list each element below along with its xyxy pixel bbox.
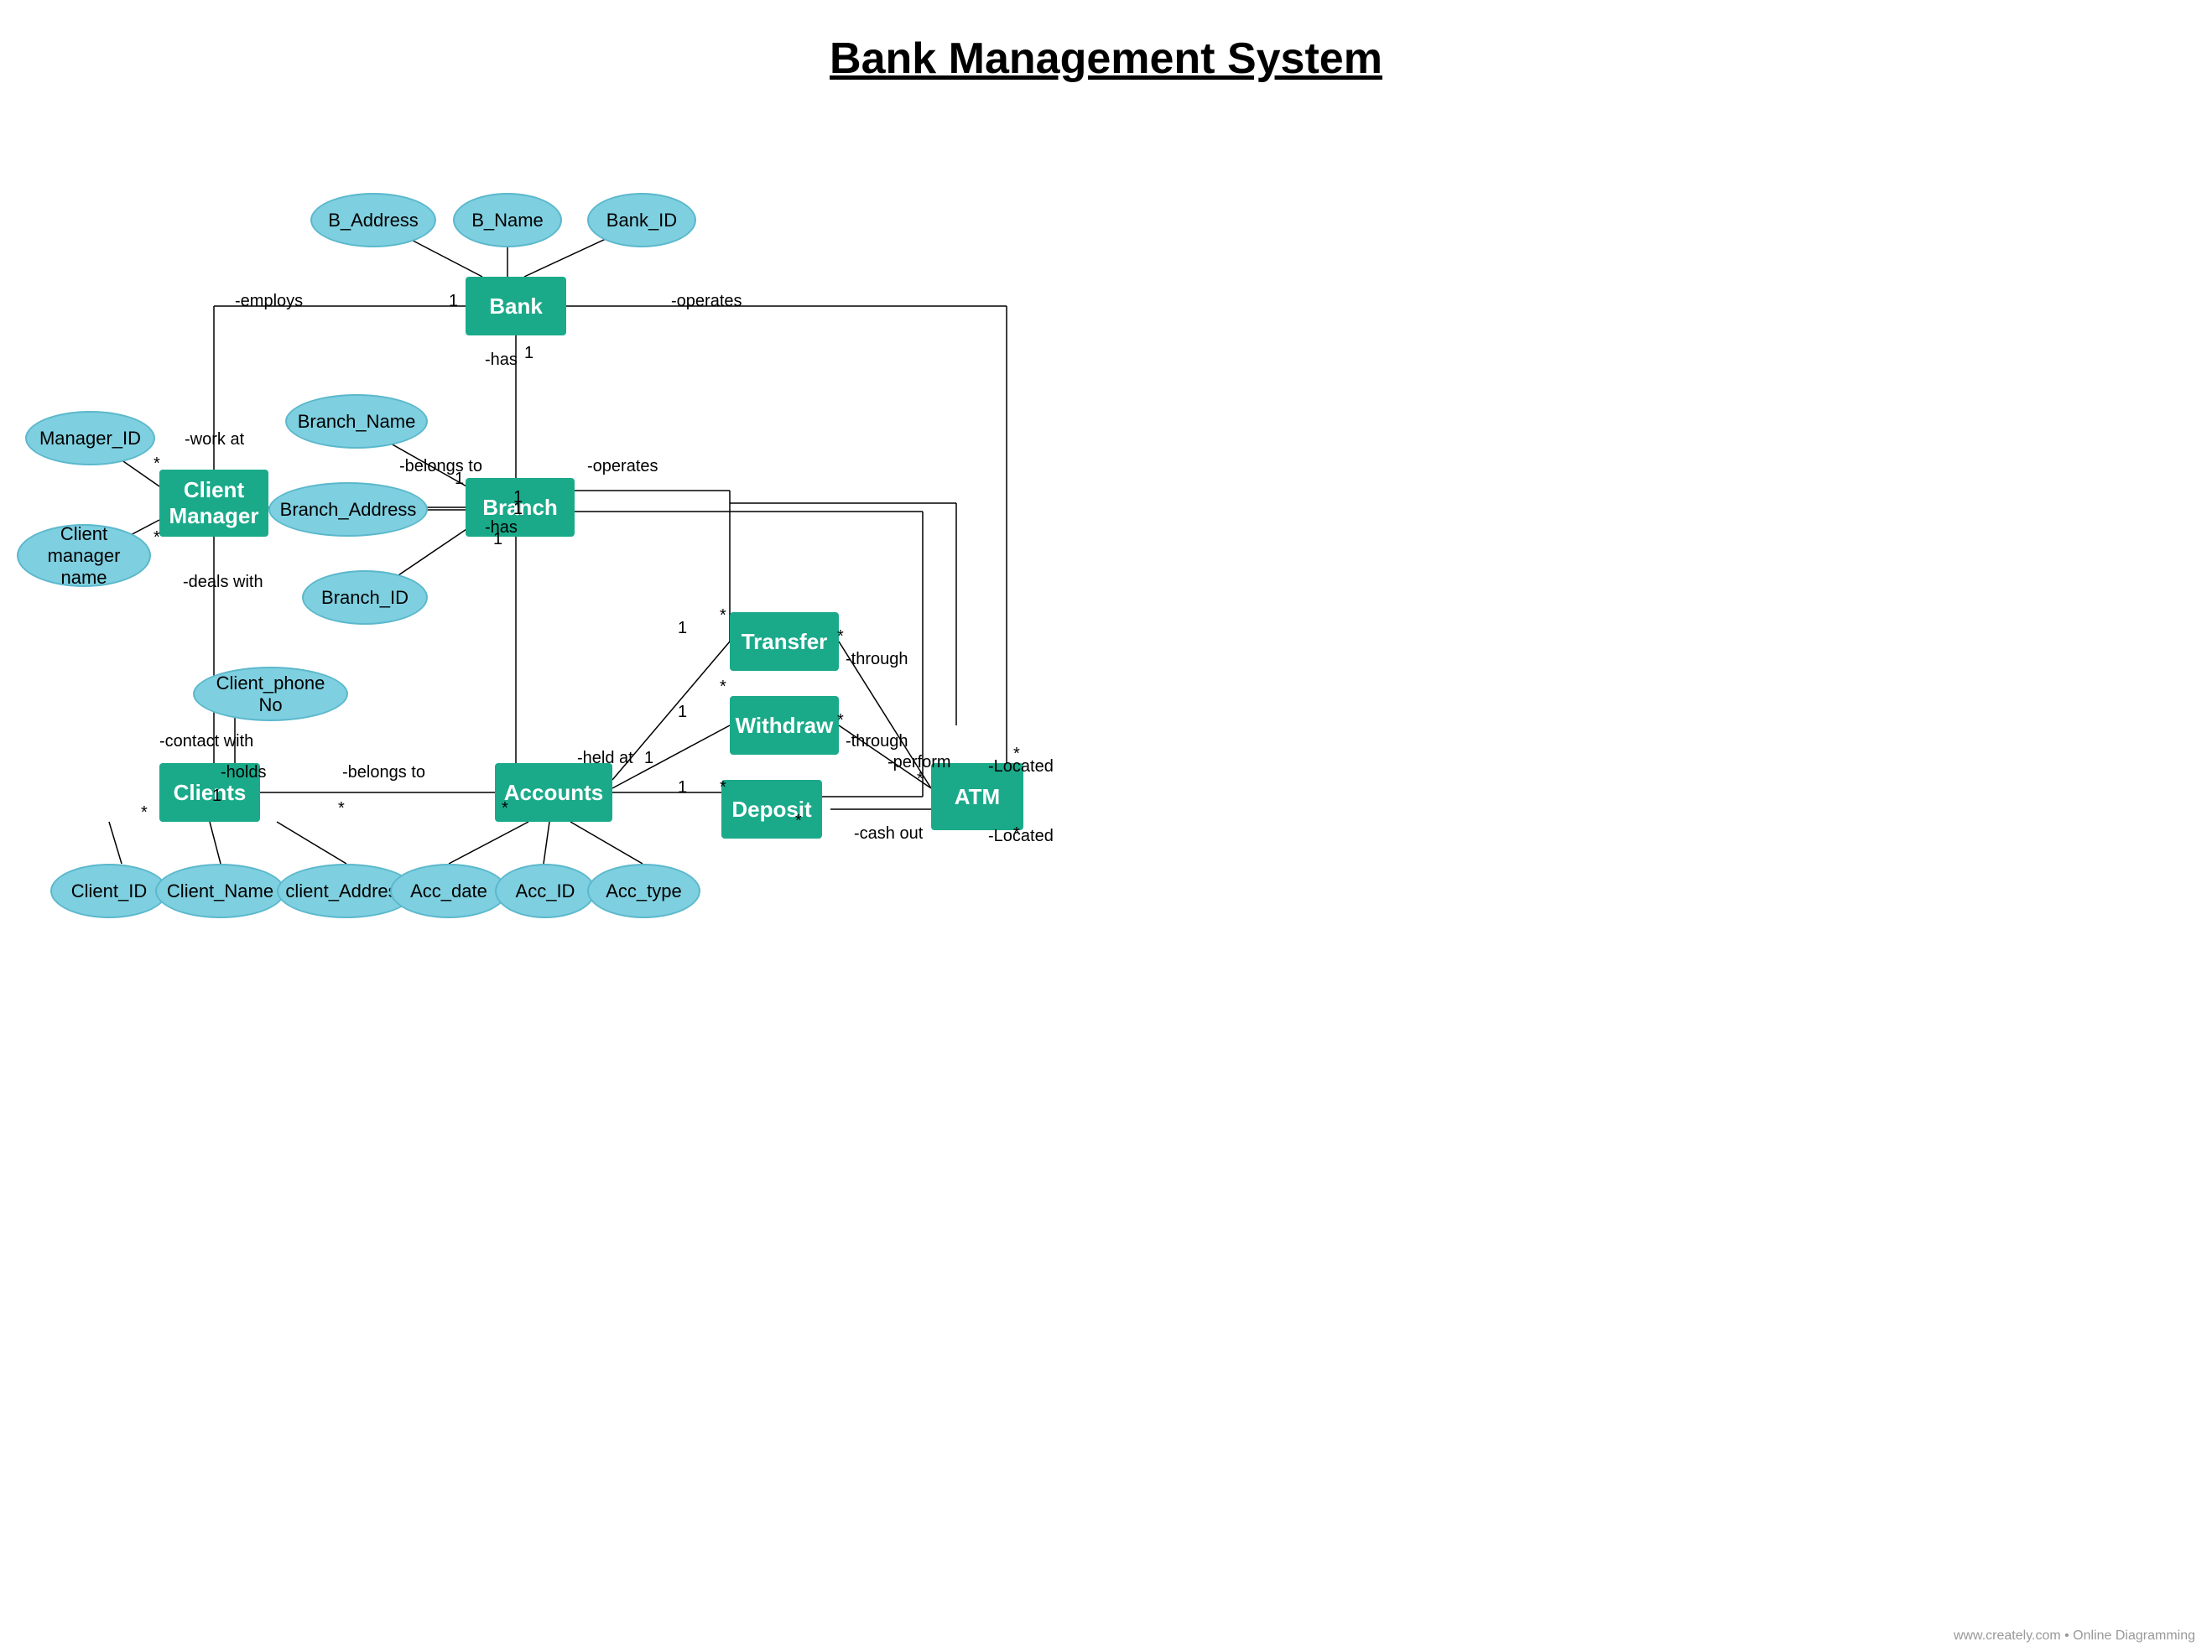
label-1-employs: 1 xyxy=(449,292,458,311)
entity-client-manager: ClientManager xyxy=(159,470,268,537)
attr-client-id: Client_ID xyxy=(50,864,168,918)
label-has-bank: -has xyxy=(485,351,518,370)
entity-bank: Bank xyxy=(466,277,566,335)
entity-withdraw: Withdraw xyxy=(730,696,839,755)
attr-client-phone-no: Client_phone No xyxy=(193,667,348,721)
label-work-at: -work at xyxy=(185,430,244,449)
label-star-withdraw-left: * xyxy=(720,678,726,697)
label-star-withdraw-right: * xyxy=(837,711,844,730)
label-star-acc-right: * xyxy=(502,799,508,818)
label-1-deposit: 1 xyxy=(678,778,687,797)
label-cash-out: -cash out xyxy=(854,824,923,844)
label-1-withdraw: 1 xyxy=(678,703,687,722)
label-1-holds: 1 xyxy=(212,787,221,806)
label-through-withdraw: -through xyxy=(846,732,908,751)
attr-manager-id: Manager_ID xyxy=(25,411,155,465)
label-deals-with: -deals with xyxy=(183,573,263,592)
label-belongs-to-acc: -belongs to xyxy=(342,763,425,782)
label-belongs-to: -belongs to xyxy=(399,457,482,476)
label-employs: -employs xyxy=(235,292,303,311)
label-star-clients: * xyxy=(141,803,148,823)
label-located-bottom: -Located xyxy=(988,827,1054,846)
label-1-branch-has: 1 xyxy=(493,530,502,549)
attr-b-address: B_Address xyxy=(310,193,436,247)
page-title: Bank Management System xyxy=(0,0,2212,84)
label-located-top: -Located xyxy=(988,757,1054,777)
label-operates-branch: -operates xyxy=(587,457,658,476)
attr-branch-address: Branch_Address xyxy=(268,482,428,537)
attr-acc-date: Acc_date xyxy=(390,864,507,918)
label-1-held: 1 xyxy=(644,749,653,768)
entity-transfer: Transfer xyxy=(730,612,839,671)
label-operates-bank: -operates xyxy=(671,292,742,311)
label-1-belongs: 1 xyxy=(455,470,464,489)
attr-bank-id: Bank_ID xyxy=(587,193,696,247)
label-star-atm-top: * xyxy=(917,770,924,789)
label-holds: -holds xyxy=(221,763,266,782)
attr-client-name: Client_Name xyxy=(155,864,285,918)
label-star-acc-left: * xyxy=(338,799,345,818)
watermark: www.creately.com • Online Diagramming xyxy=(1954,1629,2195,1644)
attr-client-manager-name: Client managername xyxy=(17,524,151,587)
label-star-transfer-right: * xyxy=(837,627,844,647)
label-1-branch-2: 1 xyxy=(513,500,523,519)
attr-branch-name: Branch_Name xyxy=(285,394,428,449)
label-star-manager-bottom: * xyxy=(154,528,160,548)
entity-deposit: Deposit xyxy=(721,780,822,839)
label-star-transfer-left: * xyxy=(720,606,726,626)
label-through-transfer: -through xyxy=(846,650,908,669)
label-1-bank-branch: 1 xyxy=(524,344,533,363)
attr-b-name: B_Name xyxy=(453,193,562,247)
attr-branch-id: Branch_ID xyxy=(302,570,428,625)
label-1-transfer: 1 xyxy=(678,619,687,638)
diagram-container: Bank Branch ClientManager Clients Accoun… xyxy=(0,109,2212,1652)
label-held-at: -held at xyxy=(577,749,633,768)
label-star-manager-top: * xyxy=(154,455,160,474)
entity-accounts: Accounts xyxy=(495,763,612,822)
label-star-deposit-left: * xyxy=(720,778,726,797)
label-star-deposit-right: * xyxy=(795,812,802,831)
attr-acc-type: Acc_type xyxy=(587,864,700,918)
label-contact-with: -contact with xyxy=(159,732,253,751)
attr-acc-id: Acc_ID xyxy=(495,864,596,918)
